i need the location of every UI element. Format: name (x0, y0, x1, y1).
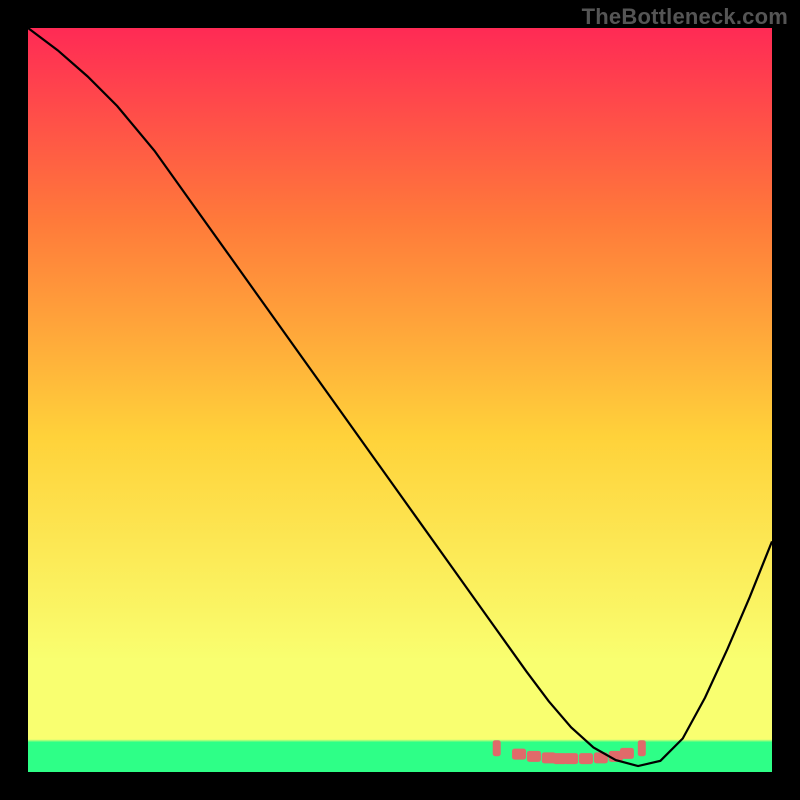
optimum-marker (512, 749, 526, 760)
optimum-marker (620, 748, 634, 759)
gradient-background (28, 28, 772, 772)
chart-svg (28, 28, 772, 772)
chart-frame: TheBottleneck.com (0, 0, 800, 800)
optimum-marker (564, 753, 578, 764)
optimum-marker (527, 751, 541, 762)
optimum-marker (638, 740, 646, 756)
plot-area (28, 28, 772, 772)
optimum-marker (493, 740, 501, 756)
optimum-marker (579, 753, 593, 764)
watermark-text: TheBottleneck.com (582, 4, 788, 30)
